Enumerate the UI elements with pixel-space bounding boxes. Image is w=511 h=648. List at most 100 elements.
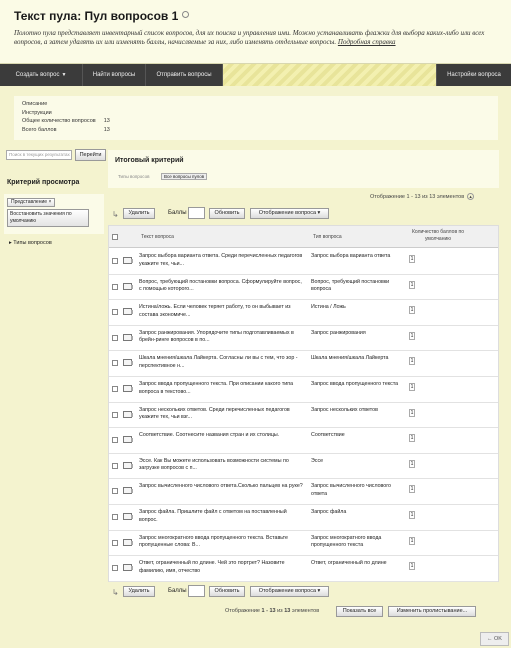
row-checkbox[interactable] xyxy=(112,539,118,546)
row-checkbox[interactable] xyxy=(112,258,118,264)
row-checkbox[interactable] xyxy=(112,514,118,520)
question-text[interactable]: Истина/ложь. Если человек теряет работу,… xyxy=(139,304,304,319)
delete-button[interactable]: Удалить xyxy=(123,208,155,219)
go-button[interactable]: Перейти xyxy=(75,149,106,161)
points-value: 1 xyxy=(409,485,415,494)
search-input[interactable]: Поиск в текущих результатах xyxy=(6,150,72,160)
question-icon[interactable] xyxy=(123,385,133,392)
question-icon[interactable] xyxy=(123,564,133,572)
row-checkbox[interactable] xyxy=(112,360,118,367)
question-type: Запрос файла xyxy=(311,509,347,515)
question-settings-button[interactable]: Настройки вопроса xyxy=(436,64,511,86)
question-icon[interactable] xyxy=(123,513,133,520)
question-text[interactable]: Шкала мнения/шкала Лайкерта. Согласны ли… xyxy=(139,355,304,370)
row-checkbox[interactable] xyxy=(112,309,118,316)
criteria-pill: Все вопросы пулов xyxy=(161,173,208,180)
view-criteria-heading: Критерий просмотра xyxy=(7,179,80,186)
col-header-points[interactable]: Количество баллов по умолчанию xyxy=(407,229,469,243)
table-row: Запрос многократного ввода пропущенного … xyxy=(109,531,498,557)
bottom-toolbar: ↳ Удалить Баллы Обновить Отображение воп… xyxy=(108,584,499,600)
display-count-bottom: Отображение 1 - 13 из 13 элементов xyxy=(225,608,320,614)
arrow-up-icon[interactable]: ▲ xyxy=(467,193,475,200)
question-type: Шкала мнения/шкала Лайкерта xyxy=(311,355,389,362)
points-input[interactable] xyxy=(188,585,205,597)
question-icon[interactable] xyxy=(123,538,133,546)
question-icon[interactable] xyxy=(123,257,133,264)
close-icon[interactable]: × xyxy=(48,199,51,205)
row-checkbox[interactable] xyxy=(112,462,118,469)
question-view-dropdown[interactable]: Отображение вопроса ▾ xyxy=(250,208,329,219)
question-text[interactable]: Запрос ввода пропущенного текста. При оп… xyxy=(139,381,304,396)
col-header-text[interactable]: Текст вопроса xyxy=(141,234,174,240)
question-text[interactable]: Запрос многократного ввода пропущенного … xyxy=(139,535,304,550)
question-text[interactable]: Соответствие. Соотнесите названия стран … xyxy=(139,432,304,440)
points-value: 1 xyxy=(409,511,415,519)
question-type: Соответствие xyxy=(311,432,345,439)
table-row: Ответ, ограниченный по длине. Чей это по… xyxy=(109,556,498,582)
row-checkbox[interactable] xyxy=(112,437,118,444)
question-text[interactable]: Запрос ранжирования. Упорядочите типы по… xyxy=(139,330,304,345)
restore-defaults-button[interactable]: Восстановить значения по умолчанию xyxy=(7,209,89,227)
action-bar: Создать вопрос ▼ Найти вопросы Отправить … xyxy=(0,64,511,86)
question-icon[interactable] xyxy=(123,410,133,418)
question-type: Эссе xyxy=(311,457,324,464)
points-value: 1 xyxy=(409,383,415,391)
question-text[interactable]: Запрос файла. Пришлите файл с ответом на… xyxy=(139,509,304,524)
question-text[interactable]: Запрос вычисленного числового ответа.Ско… xyxy=(139,483,304,491)
top-toolbar: ↳ Удалить Баллы Обновить Отображение воп… xyxy=(108,206,499,222)
table-row: Запрос нескольких ответов. Среди перечис… xyxy=(109,403,498,429)
find-questions-button[interactable]: Найти вопросы xyxy=(83,64,146,86)
table-row: Шкала мнения/шкала Лайкерта. Согласны ли… xyxy=(109,351,498,377)
row-checkbox[interactable] xyxy=(112,565,118,572)
show-all-button[interactable]: Показать все xyxy=(336,606,383,617)
update-button[interactable]: Обновить xyxy=(209,586,245,597)
question-icon[interactable] xyxy=(123,436,133,444)
change-paging-button[interactable]: Изменить пролистывание... xyxy=(388,606,476,617)
question-text[interactable]: Эссе. Как Вы можете использовать возможн… xyxy=(139,458,304,473)
question-icon[interactable] xyxy=(123,308,133,316)
question-text[interactable]: Ответ, ограниченный по длине. Чей это по… xyxy=(139,560,304,575)
table-row: Соответствие. Соотнесите названия стран … xyxy=(109,428,498,454)
row-checkbox[interactable] xyxy=(112,411,118,418)
points-value: 1 xyxy=(409,562,415,571)
question-view-dropdown[interactable]: Отображение вопроса ▾ xyxy=(250,586,329,597)
question-icon[interactable] xyxy=(123,461,133,469)
row-checkbox[interactable] xyxy=(112,334,118,341)
points-value: 1 xyxy=(409,280,415,289)
question-type: Вопрос, требующий постановки вопроса xyxy=(311,278,390,293)
question-icon[interactable] xyxy=(123,282,133,290)
summary-label: Описание xyxy=(22,101,48,108)
table-row: Запрос файла. Пришлите файл с ответом на… xyxy=(109,505,498,531)
table-row: Запрос вычисленного числового ответа.Ско… xyxy=(109,479,498,505)
options-icon[interactable] xyxy=(182,11,190,18)
select-all-checkbox[interactable] xyxy=(112,234,118,240)
table-row: Запрос ранжирования. Упорядочите типы по… xyxy=(109,326,498,352)
points-value: 1 xyxy=(409,536,415,545)
update-button[interactable]: Обновить xyxy=(209,208,245,219)
send-questions-button[interactable]: Отправить вопросы xyxy=(146,64,223,86)
col-header-type[interactable]: Тип вопроса xyxy=(313,234,342,240)
question-icon[interactable] xyxy=(123,333,133,341)
row-checkbox[interactable] xyxy=(112,386,118,392)
table-row: Вопрос, требующий постановки вопроса. Сф… xyxy=(109,275,498,301)
view-pill[interactable]: Представление × xyxy=(7,198,56,207)
row-checkbox[interactable] xyxy=(112,283,118,290)
question-type: Запрос ввода пропущенного текста xyxy=(311,381,399,387)
delete-button[interactable]: Удалить xyxy=(123,586,155,597)
question-text[interactable]: Запрос нескольких ответов. Среди перечис… xyxy=(139,407,304,422)
arrow-icon: ↳ xyxy=(112,210,119,219)
view-criteria-box: Представление × Восстановить значения по… xyxy=(4,194,104,234)
row-checkbox[interactable] xyxy=(112,488,118,495)
question-types-toggle[interactable]: ▸ Типы вопросов xyxy=(9,240,52,246)
question-icon[interactable] xyxy=(123,359,133,367)
question-text[interactable]: Вопрос, требующий постановки вопроса. Сф… xyxy=(139,279,304,294)
question-type: Истина / Ложь xyxy=(311,304,346,311)
points-input[interactable] xyxy=(188,207,205,219)
question-text[interactable]: Запрос выбора варианта ответа. Среди пер… xyxy=(139,253,304,268)
help-link[interactable]: Подробная справка xyxy=(338,38,396,46)
create-question-button[interactable]: Создать вопрос ▼ xyxy=(0,64,83,86)
points-value: 1 xyxy=(409,306,415,315)
question-icon[interactable] xyxy=(123,487,133,495)
page-description: Полотно пула представляет инвентарный сп… xyxy=(14,29,485,46)
ok-button[interactable]: ← OK xyxy=(480,632,509,646)
